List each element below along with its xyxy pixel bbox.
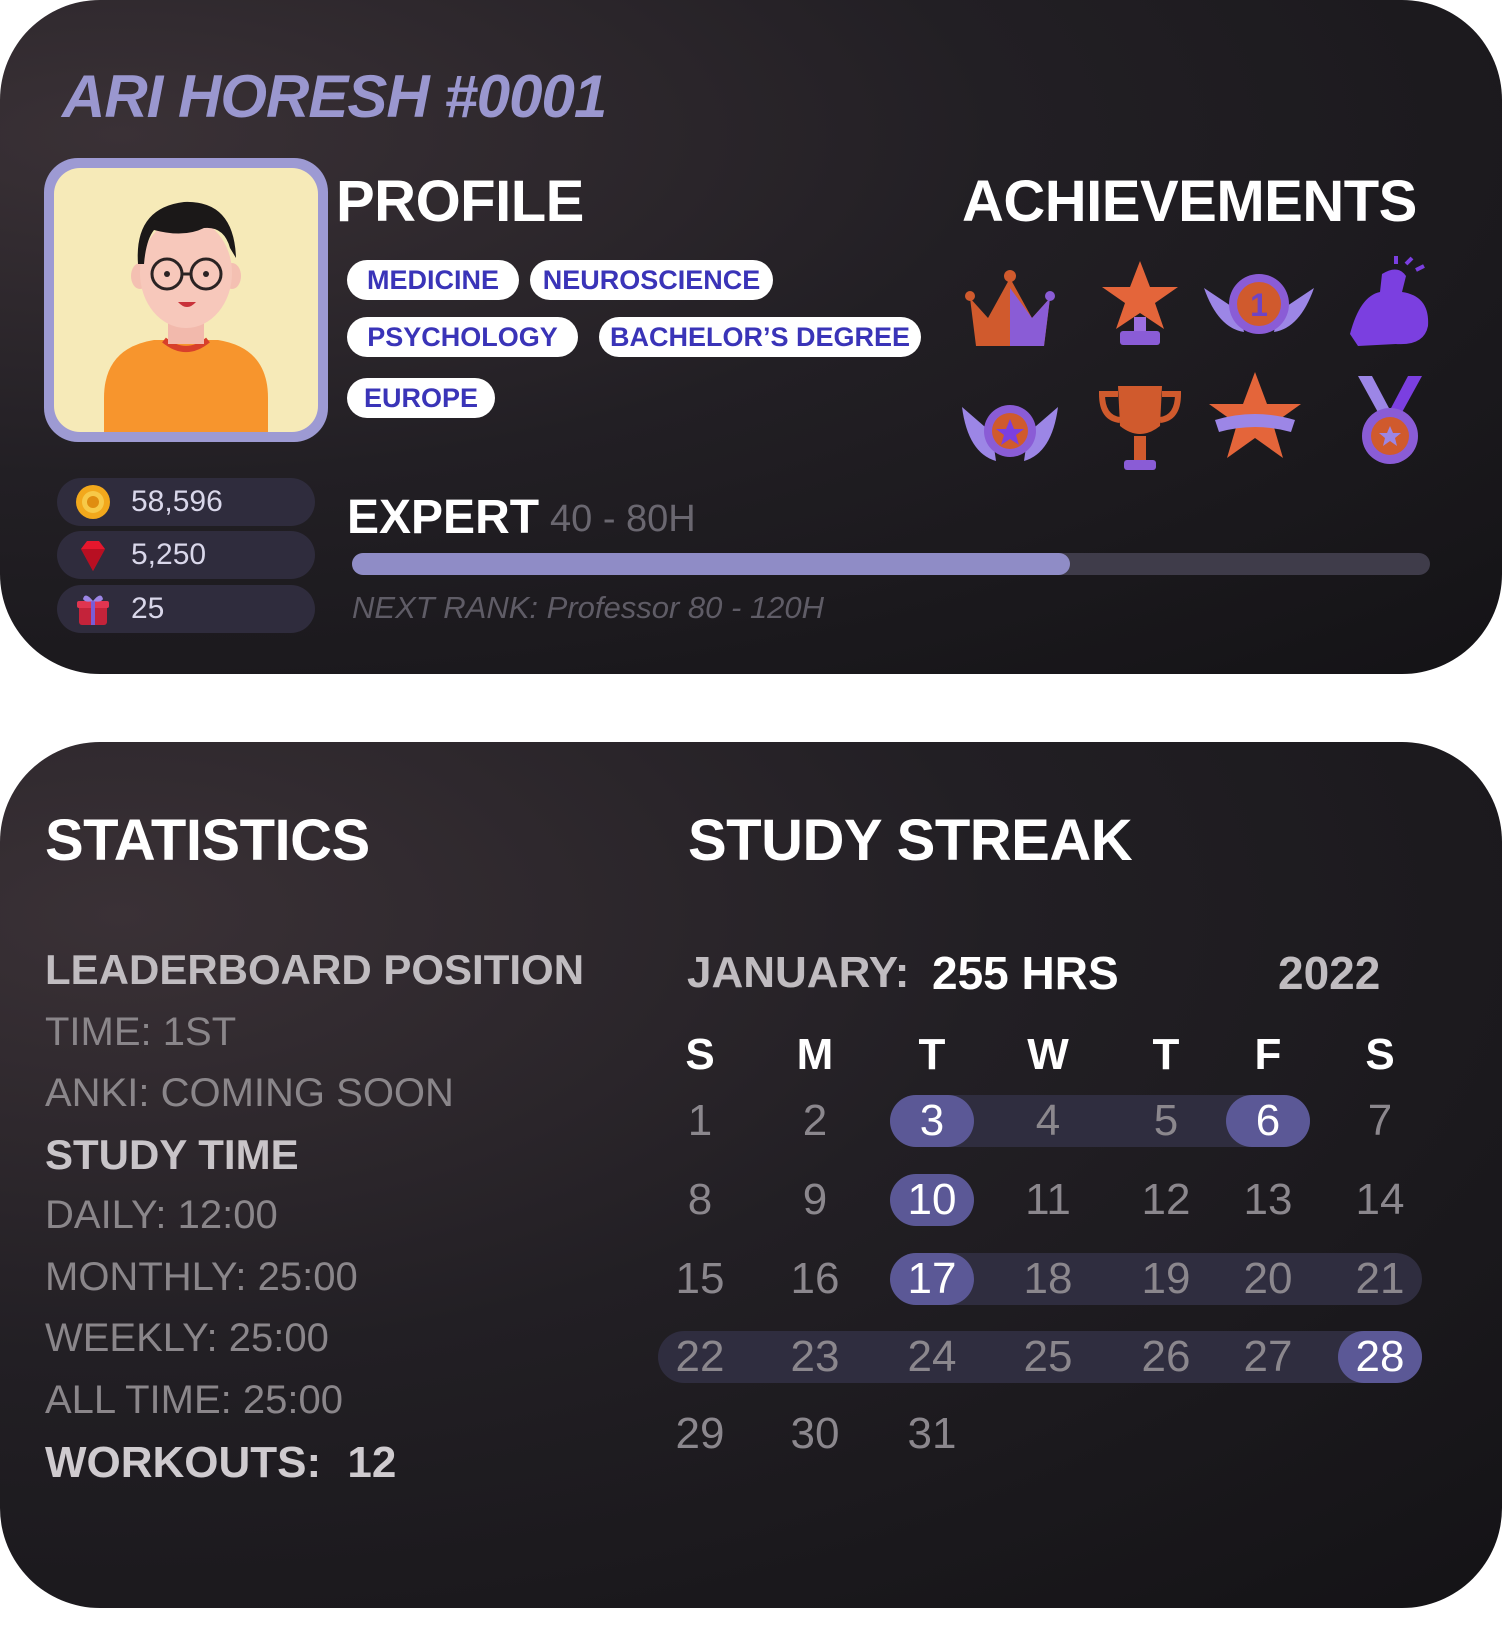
profile-heading: PROFILE [336, 169, 584, 234]
calendar-day[interactable]: 24 [892, 1331, 972, 1383]
weekday-label: S [685, 1030, 715, 1079]
calendar-day[interactable]: 16 [775, 1253, 855, 1305]
coins-counter: 58,596 [57, 478, 315, 526]
study-time-daily: DAILY: 12:00 [45, 1193, 278, 1237]
calendar-day[interactable]: 21 [1340, 1253, 1420, 1305]
tag-neuroscience[interactable]: NEUROSCIENCE [530, 260, 773, 300]
calendar-day[interactable]: 20 [1228, 1253, 1308, 1305]
crown-icon[interactable] [960, 258, 1060, 358]
study-streak-heading: STUDY STREAK [688, 808, 1133, 873]
medal-icon[interactable] [1340, 370, 1440, 470]
winged-star-emblem-icon[interactable] [960, 383, 1060, 483]
calendar-month: JANUARY: [687, 948, 910, 997]
star-trophy-icon[interactable] [1090, 255, 1190, 355]
calendar-day[interactable]: 18 [1008, 1253, 1088, 1305]
calendar-day[interactable]: 29 [660, 1408, 740, 1460]
trophy-cup-icon[interactable] [1090, 378, 1190, 478]
leaderboard-heading: LEADERBOARD POSITION [45, 946, 585, 993]
weekday-label: T [918, 1030, 946, 1079]
calendar-day[interactable]: 15 [660, 1253, 740, 1305]
flexed-arm-icon[interactable] [1340, 256, 1440, 356]
workouts-row: WORKOUTS: 12 [45, 1438, 396, 1488]
calendar-day[interactable]: 14 [1340, 1174, 1420, 1226]
rank-progress-fill [352, 553, 1070, 575]
tag-europe[interactable]: EUROPE [347, 378, 495, 418]
calendar-day[interactable]: 30 [775, 1408, 855, 1460]
calendar-day[interactable]: 31 [892, 1408, 972, 1460]
tag-medicine[interactable]: MEDICINE [347, 260, 519, 300]
calendar-day[interactable]: 9 [775, 1174, 855, 1226]
calendar-day[interactable]: 17 [892, 1253, 972, 1305]
calendar-day[interactable]: 25 [1008, 1331, 1088, 1383]
statistics-heading: STATISTICS [45, 808, 370, 873]
calendar-day[interactable]: 3 [892, 1095, 972, 1147]
weekday-label: M [796, 1030, 834, 1079]
calendar-year: 2022 [1278, 947, 1381, 999]
calendar-hours: 255 HRS [932, 947, 1119, 999]
rank-range: 40 - 80H [550, 498, 696, 540]
player-name: ARI HORESH #0001 [62, 63, 607, 130]
profile-card: ARI HORESH #0001 PROFILE ACHIEVEMENTS ME… [0, 0, 1502, 674]
study-time-monthly: MONTHLY: 25:00 [45, 1255, 358, 1299]
study-time-heading: STUDY TIME [45, 1131, 299, 1178]
coin-icon [76, 485, 110, 519]
calendar-day[interactable]: 19 [1126, 1253, 1206, 1305]
calendar-day[interactable]: 12 [1126, 1174, 1206, 1226]
study-time-all-time: ALL TIME: 25:00 [45, 1378, 343, 1422]
calendar-day[interactable]: 23 [775, 1331, 855, 1383]
rank-progress-bar [352, 553, 1430, 575]
study-time-weekly: WEEKLY: 25:00 [45, 1316, 329, 1360]
calendar-day[interactable]: 26 [1126, 1331, 1206, 1383]
avatar[interactable] [44, 158, 328, 442]
gifts-counter: 25 [57, 585, 315, 633]
gift-icon [77, 595, 109, 625]
calendar-day[interactable]: 2 [775, 1095, 855, 1147]
calendar-day[interactable]: 6 [1228, 1095, 1308, 1147]
next-rank-text: NEXT RANK: Professor 80 - 120H [352, 590, 825, 625]
tag-bachelors-degree[interactable]: BACHELOR’S DEGREE [599, 317, 921, 357]
weekday-label: S [1365, 1030, 1395, 1079]
calendar-day[interactable]: 1 [660, 1095, 740, 1147]
calendar-day[interactable]: 8 [660, 1174, 740, 1226]
calendar-day[interactable]: 22 [660, 1331, 740, 1383]
first-place-wings-icon[interactable]: 1 [1200, 258, 1318, 358]
achievements-heading: ACHIEVEMENTS [962, 169, 1417, 234]
tag-psychology[interactable]: PSYCHOLOGY [347, 317, 578, 357]
gems-counter: 5,250 [57, 531, 315, 579]
calendar-day[interactable]: 11 [1008, 1174, 1088, 1226]
workouts-label: WORKOUTS: [45, 1438, 322, 1487]
calendar-day[interactable]: 10 [892, 1174, 972, 1226]
star-banner-icon[interactable] [1205, 368, 1305, 468]
calendar-day[interactable]: 28 [1340, 1331, 1420, 1383]
calendar-day[interactable]: 27 [1228, 1331, 1308, 1383]
calendar-day[interactable]: 4 [1008, 1095, 1088, 1147]
weekday-label: F [1254, 1030, 1282, 1079]
weekday-label: W [1027, 1030, 1069, 1079]
coins-value: 58,596 [131, 485, 223, 518]
gems-value: 5,250 [131, 538, 207, 571]
svg-text:1: 1 [1250, 287, 1268, 323]
gifts-value: 25 [131, 592, 165, 625]
leaderboard-time: TIME: 1ST [45, 1010, 237, 1054]
calendar-day[interactable]: 13 [1228, 1174, 1308, 1226]
gem-icon [81, 541, 105, 571]
calendar-day[interactable]: 7 [1340, 1095, 1420, 1147]
rank-title: EXPERT [347, 491, 540, 544]
avatar-illustration [104, 201, 268, 432]
calendar-day[interactable]: 5 [1126, 1095, 1206, 1147]
leaderboard-anki: ANKI: COMING SOON [45, 1071, 454, 1115]
workouts-value: 12 [347, 1438, 397, 1487]
weekday-label: T [1152, 1030, 1180, 1079]
